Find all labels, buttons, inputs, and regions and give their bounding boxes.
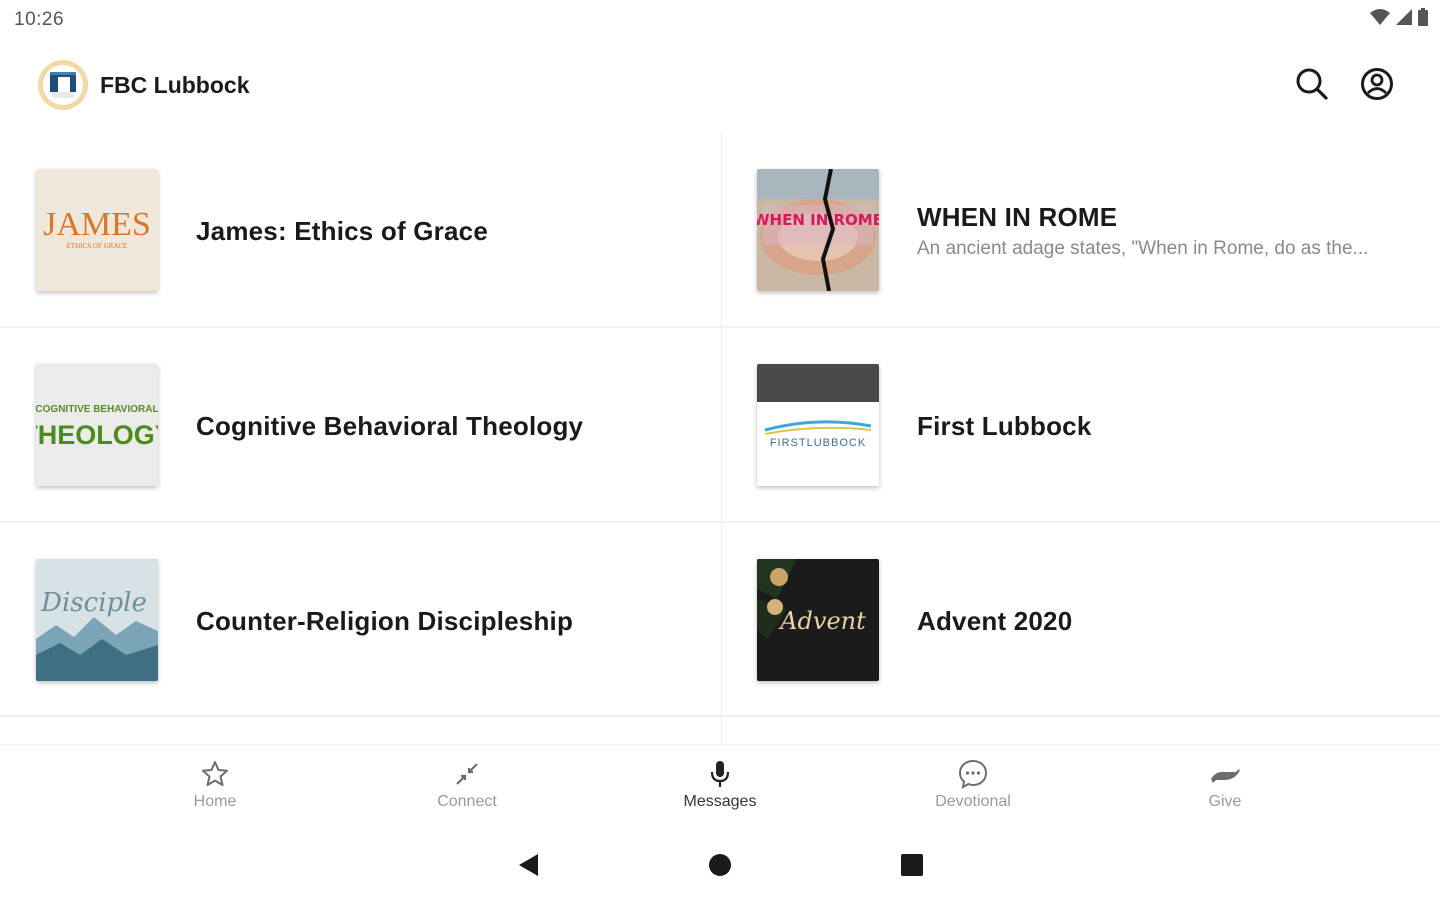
series-grid: JAMES ETHICS OF GRACE James: Ethics of G… bbox=[0, 132, 1440, 744]
church-logo bbox=[38, 60, 88, 110]
microphone-icon bbox=[710, 761, 730, 787]
series-card-when-in-rome[interactable]: WHEN IN ROME WHEN IN ROME An ancient ada… bbox=[721, 132, 1440, 326]
system-back-button[interactable] bbox=[513, 850, 543, 880]
bottom-navigation: Home Connect Messages Devotional Give bbox=[0, 744, 1440, 828]
back-triangle-icon bbox=[519, 854, 538, 876]
series-thumbnail: JAMES ETHICS OF GRACE bbox=[36, 169, 158, 291]
nav-label: Connect bbox=[437, 793, 497, 810]
cell-signal-icon bbox=[1396, 9, 1412, 25]
thumb-title: WHEN IN ROME bbox=[757, 211, 879, 229]
series-title: Counter-Religion Discipleship bbox=[196, 606, 574, 636]
give-hand-icon bbox=[1211, 769, 1240, 783]
series-card-cognitive-behavioral-theology[interactable]: COGNITIVE BEHAVIORAL THEOLOGY Cognitive … bbox=[0, 327, 720, 521]
account-button[interactable] bbox=[1355, 62, 1399, 106]
connect-arrows-icon bbox=[456, 763, 478, 785]
series-thumbnail: FIRSTLUBBOCK bbox=[757, 364, 879, 486]
series-description: An ancient adage states, "When in Rome, … bbox=[917, 238, 1369, 259]
app-bar: FBC Lubbock bbox=[0, 40, 1440, 132]
recents-square-icon bbox=[901, 854, 923, 876]
account-circle-icon bbox=[1361, 68, 1393, 100]
nav-home[interactable]: Home bbox=[145, 757, 285, 823]
battery-icon bbox=[1418, 8, 1428, 26]
nav-connect[interactable]: Connect bbox=[397, 757, 537, 823]
app-title: FBC Lubbock bbox=[100, 72, 250, 98]
series-title: WHEN IN ROME bbox=[917, 202, 1118, 232]
nav-give[interactable]: Give bbox=[1155, 757, 1295, 823]
status-time: 10:26 bbox=[14, 9, 65, 30]
home-circle-icon bbox=[709, 854, 731, 876]
nav-label: Give bbox=[1208, 793, 1242, 810]
thumb-title: Advent bbox=[778, 607, 866, 635]
nav-label: Messages bbox=[683, 793, 757, 810]
thumb-title: FIRSTLUBBOCK bbox=[770, 437, 866, 449]
series-card-counter-religion-discipleship[interactable]: Disciple Counter-Religion Discipleship bbox=[0, 522, 720, 716]
series-card-james[interactable]: JAMES ETHICS OF GRACE James: Ethics of G… bbox=[0, 132, 720, 326]
system-recents-button[interactable] bbox=[897, 850, 927, 880]
series-title: First Lubbock bbox=[917, 411, 1092, 441]
nav-label: Home bbox=[193, 793, 237, 810]
system-home-button[interactable] bbox=[705, 850, 735, 880]
series-thumbnail: WHEN IN ROME bbox=[757, 169, 879, 291]
status-bar: 10:26 bbox=[0, 0, 1440, 40]
thumb-subtitle: ETHICS OF GRACE bbox=[67, 242, 128, 250]
series-title: Advent 2020 bbox=[917, 606, 1073, 636]
chat-bubble-icon bbox=[958, 759, 988, 789]
system-navigation-bar bbox=[0, 828, 1440, 900]
series-title: Cognitive Behavioral Theology bbox=[196, 411, 584, 441]
series-card-first-lubbock[interactable]: FIRSTLUBBOCK First Lubbock bbox=[721, 327, 1440, 521]
thumb-title: THEOLOGY bbox=[36, 420, 158, 450]
nav-messages[interactable]: Messages bbox=[650, 757, 790, 823]
thumb-title: Disciple bbox=[40, 588, 147, 618]
thumb-title: JAMES bbox=[43, 206, 151, 243]
search-button[interactable] bbox=[1290, 62, 1334, 106]
series-thumbnail: Advent bbox=[757, 559, 879, 681]
nav-devotional[interactable]: Devotional bbox=[903, 757, 1043, 823]
search-icon bbox=[1296, 68, 1328, 100]
status-icons bbox=[1370, 8, 1428, 26]
series-card-advent-2020[interactable]: Advent Advent 2020 bbox=[721, 522, 1440, 716]
nav-label: Devotional bbox=[935, 793, 1011, 810]
series-title: James: Ethics of Grace bbox=[196, 216, 488, 246]
series-thumbnail: COGNITIVE BEHAVIORAL THEOLOGY bbox=[36, 364, 158, 486]
wifi-icon bbox=[1370, 9, 1390, 25]
thumb-subtitle: COGNITIVE BEHAVIORAL bbox=[36, 404, 158, 415]
series-thumbnail: Disciple bbox=[36, 559, 158, 681]
star-icon bbox=[202, 761, 228, 786]
